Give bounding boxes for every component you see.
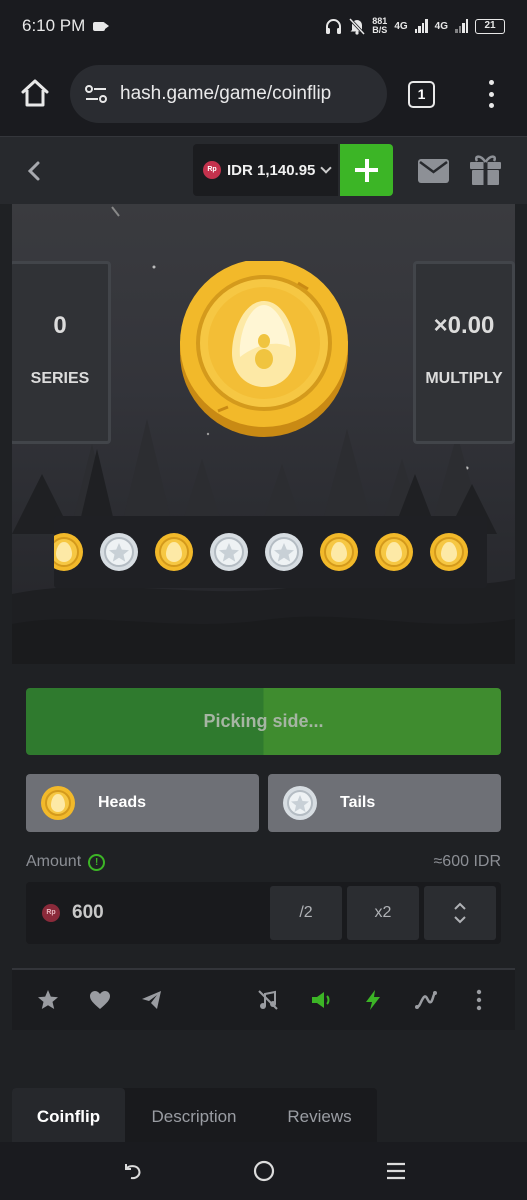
history-gold-coin-icon [430, 533, 468, 571]
double-amount-button[interactable]: x2 [347, 886, 419, 940]
amount-converted: ≈600 IDR [433, 853, 501, 870]
net-type-2: 4G [434, 20, 448, 32]
screen-record-icon [93, 21, 110, 31]
net-speed-unit: B/S [372, 25, 388, 35]
silver-coin-icon [283, 786, 317, 820]
browser-menu-icon[interactable] [484, 80, 498, 108]
site-settings-icon[interactable] [84, 84, 108, 104]
chevron-up-down-icon [454, 902, 466, 924]
series-card: 0 SERIES [12, 261, 111, 444]
address-bar[interactable]: hash.game/game/coinflip [70, 65, 387, 123]
picking-side-status: Picking side... [26, 688, 501, 755]
tab-coinflip[interactable]: Coinflip [12, 1088, 125, 1142]
history-gold-coin-icon [320, 533, 358, 571]
multiply-label: MULTIPLY [425, 370, 503, 387]
history-gold-coin-icon [155, 533, 193, 571]
signal-icon [414, 19, 428, 33]
browser-toolbar: hash.game/game/coinflip 1 [0, 52, 527, 136]
history-silver-coin-icon [100, 533, 138, 571]
favorite-star-icon[interactable] [36, 988, 60, 1012]
tails-label: Tails [340, 794, 376, 811]
history-gold-coin-icon [375, 533, 413, 571]
deposit-plus-button[interactable] [340, 144, 393, 196]
series-label: SERIES [30, 370, 90, 387]
tab-switcher-button[interactable]: 1 [408, 81, 435, 108]
balance-selector[interactable]: Rp IDR 1,140.95 [193, 144, 338, 196]
series-value: 0 [53, 312, 67, 339]
home-icon[interactable] [20, 78, 50, 108]
home-nav-icon[interactable] [252, 1159, 276, 1183]
net-speed: 881 B/S [372, 17, 387, 35]
main-coin-heads-icon [180, 261, 348, 437]
history-silver-coin-icon [210, 533, 248, 571]
recents-nav-icon[interactable] [384, 1159, 408, 1183]
half-amount-button[interactable]: /2 [270, 886, 342, 940]
tails-button[interactable]: Tails [268, 774, 501, 832]
heart-icon[interactable] [88, 988, 112, 1012]
currency-badge: Rp [203, 161, 221, 179]
amount-label: Amount [26, 853, 82, 870]
signal-icon-2 [455, 19, 468, 33]
app-header: Rp IDR 1,140.95 [0, 136, 527, 204]
fairness-curve-icon[interactable] [414, 988, 438, 1012]
url-text[interactable]: hash.game/game/coinflip [120, 83, 331, 105]
gift-icon[interactable] [470, 153, 501, 185]
lightning-icon[interactable] [361, 988, 385, 1012]
tab-reviews[interactable]: Reviews [262, 1088, 377, 1142]
history-silver-coin-icon [265, 533, 303, 571]
back-nav-icon[interactable] [120, 1159, 144, 1183]
battery-icon: 21 [475, 18, 505, 34]
android-nav-bar [0, 1142, 527, 1200]
balance-amount: IDR 1,140.95 [227, 161, 316, 179]
amount-label-row: Amount ! [26, 853, 106, 871]
telegram-icon[interactable] [140, 988, 164, 1012]
mute-icon [349, 17, 366, 35]
gold-coin-icon [41, 786, 75, 820]
info-tabs: Coinflip Description Reviews [12, 1088, 377, 1142]
status-icons: 881 B/S 4G 4G 21 [325, 17, 505, 35]
music-off-icon[interactable] [256, 988, 280, 1012]
sound-on-icon[interactable] [309, 988, 333, 1012]
more-options-icon[interactable] [467, 988, 491, 1012]
status-bar: 6:10 PM 881 B/S 4G 4G 21 [0, 0, 527, 52]
amount-input-row: Rp 600 /2 x2 [26, 882, 501, 944]
net-type-1: 4G [394, 20, 408, 32]
chevron-down-icon [320, 161, 333, 174]
status-time: 6:10 PM [22, 16, 86, 35]
tab-description[interactable]: Description [132, 1088, 256, 1142]
headphones-icon [326, 18, 342, 34]
amount-currency-badge: Rp [42, 904, 60, 922]
amount-stepper-button[interactable] [424, 886, 496, 940]
multiply-card: ×0.00 MULTIPLY [413, 261, 515, 444]
multiply-value: ×0.00 [433, 312, 495, 339]
history-gold-coin-icon [54, 533, 83, 571]
coin-history-strip [54, 516, 487, 588]
mail-icon[interactable] [418, 159, 449, 183]
heads-button[interactable]: Heads [26, 774, 259, 832]
amount-input[interactable]: 600 [72, 902, 104, 924]
heads-label: Heads [98, 794, 147, 811]
back-chevron-icon[interactable] [24, 157, 44, 185]
info-icon[interactable]: ! [88, 853, 106, 871]
game-scene: 0 SERIES ×0.00 MULTIPLY [12, 204, 515, 664]
game-toolbar [12, 968, 515, 1030]
